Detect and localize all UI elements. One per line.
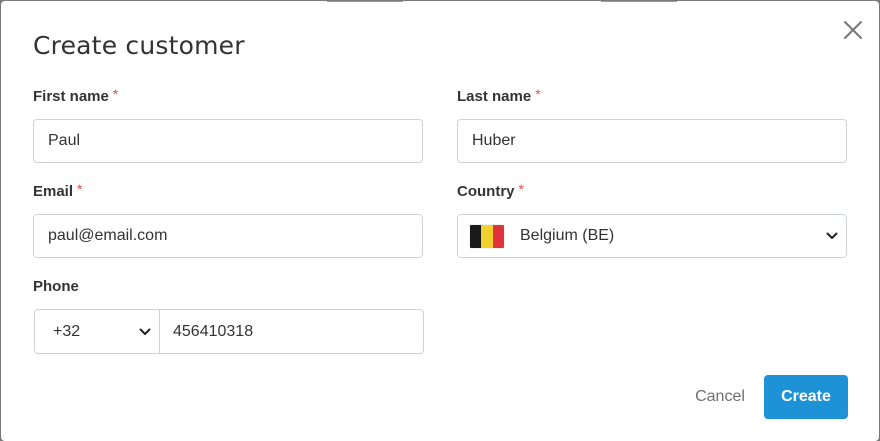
flag-stripe-yellow [481, 224, 493, 248]
create-customer-dialog: Create customer First name* Last name* E… [1, 1, 879, 441]
cancel-button[interactable]: Cancel [681, 375, 759, 419]
background-content-hint [327, 1, 403, 5]
flag-stripe-black [470, 224, 482, 248]
first-name-input[interactable] [33, 119, 423, 163]
belgium-flag-icon [470, 224, 504, 248]
phone-country-code-select[interactable]: +32 [35, 310, 160, 353]
country-label: Country * [457, 181, 524, 200]
country-label-text: Country [457, 183, 515, 200]
email-input[interactable] [33, 214, 423, 258]
phone-input-group: +32 [34, 309, 424, 354]
required-marker: * [535, 86, 541, 102]
flag-stripe-red [492, 224, 504, 248]
create-button[interactable]: Create [764, 375, 848, 419]
dialog-title: Create customer [33, 31, 245, 60]
phone-number-input[interactable] [160, 310, 423, 353]
background-content-hint [601, 1, 677, 5]
required-marker: * [77, 181, 83, 197]
email-label-text: Email [33, 183, 74, 200]
chevron-down-icon [139, 328, 151, 335]
chevron-down-icon [826, 232, 838, 239]
close-icon [844, 21, 862, 39]
phone-country-code-value: +32 [53, 322, 81, 340]
required-marker: * [518, 181, 524, 197]
last-name-label: Last name * [457, 86, 541, 105]
country-selected-value: Belgium (BE) [520, 227, 615, 244]
country-select[interactable]: Belgium (BE) [457, 214, 847, 258]
email-label: Email * [33, 181, 83, 200]
phone-label: Phone [33, 278, 79, 295]
first-name-label-text: First name [33, 88, 109, 105]
close-button[interactable] [842, 19, 864, 41]
last-name-label-text: Last name [457, 88, 532, 105]
required-marker: * [112, 86, 119, 102]
last-name-input[interactable] [457, 119, 847, 163]
phone-label-text: Phone [33, 278, 79, 295]
first-name-label: First name * [33, 86, 119, 105]
